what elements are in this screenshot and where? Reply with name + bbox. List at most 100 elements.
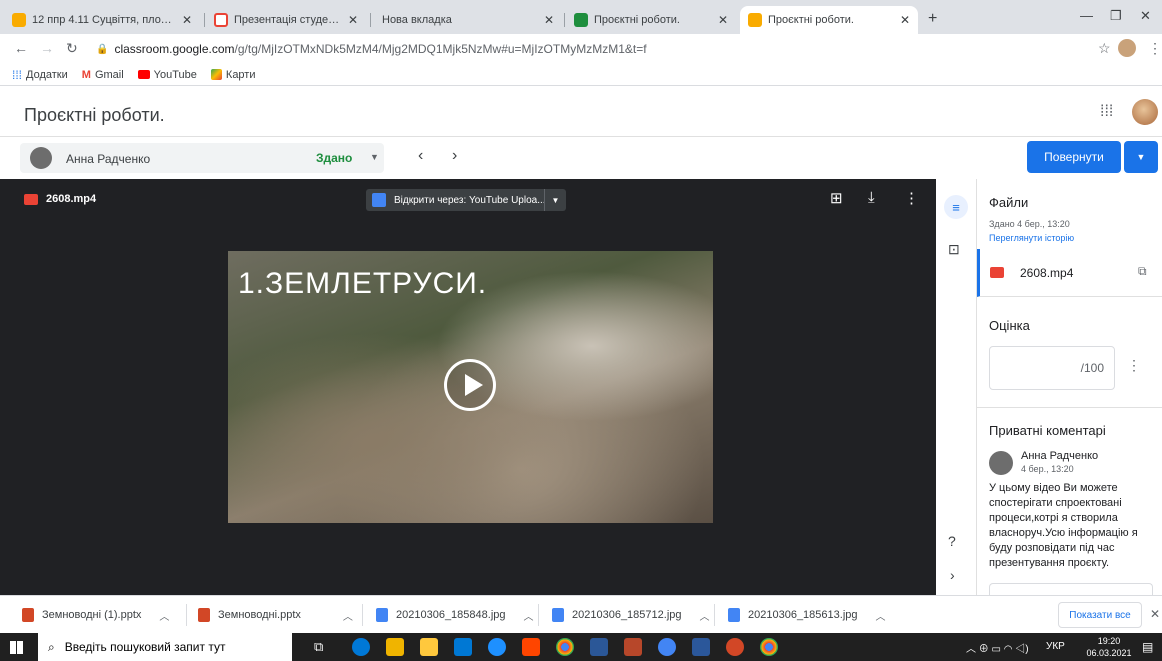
chrome-profile-icon[interactable] — [658, 638, 676, 656]
download-item[interactable]: 20210306_185712.jpg ︿ — [552, 596, 710, 634]
download-file-name: Земноводні (1).pptx — [42, 609, 142, 621]
comment-text: У цьому відео Ви можете спостерігати спр… — [989, 482, 1138, 569]
bookmark-star-icon[interactable]: ☆ — [1098, 40, 1111, 57]
powerpoint-viewer-icon[interactable] — [726, 638, 744, 656]
browser-menu-icon[interactable]: ⋮ — [1148, 40, 1162, 57]
browser-tab-active[interactable]: Проєктні роботи. ✕ — [740, 6, 918, 34]
chevron-up-icon[interactable]: ︿ — [524, 608, 534, 623]
video-thumbnail[interactable]: 1.ЗЕМЛЕТРУСИ. — [228, 251, 713, 523]
comments-panel-icon[interactable]: ⊡ — [948, 241, 960, 258]
bookmark-gmail[interactable]: M Gmail — [82, 69, 124, 81]
chevron-up-icon[interactable]: ︿ — [159, 608, 169, 623]
mail-icon[interactable] — [454, 638, 472, 656]
status-badge: Здано — [316, 151, 353, 165]
input-language[interactable]: УКР — [1046, 641, 1065, 652]
chevron-down-icon[interactable]: ▼ — [370, 152, 379, 162]
windows-start-icon[interactable] — [10, 641, 23, 654]
student-selector[interactable]: Анна Радченко Здано ▼ — [20, 143, 384, 173]
open-external-icon[interactable]: ⧉ — [1138, 264, 1147, 279]
file-explorer-icon[interactable] — [386, 638, 404, 656]
grade-input[interactable]: /100 — [989, 346, 1115, 390]
play-icon — [465, 374, 483, 396]
forward-icon[interactable]: → — [40, 40, 54, 56]
video-file-icon — [990, 267, 1004, 278]
close-tab-icon[interactable]: ✕ — [348, 13, 358, 27]
download-item[interactable]: 20210306_185613.jpg ︿ — [728, 596, 886, 634]
address-bar[interactable]: 🔒 classroom.google.com /g/tg/MjIzOTMxNDk… — [96, 36, 1086, 62]
apps-grid-icon[interactable]: ⁞⁞⁞ — [1100, 103, 1113, 121]
add-comment-field[interactable] — [989, 583, 1153, 595]
close-tab-icon[interactable]: ✕ — [718, 13, 728, 27]
clock[interactable]: 19:20 06.03.2021 — [1084, 635, 1134, 659]
browser-tab[interactable]: Нова вкладка ✕ — [374, 6, 562, 34]
open-with-button[interactable]: Відкрити через: YouTube Uploa... ▼ — [366, 189, 566, 211]
chevron-down-icon[interactable]: ▼ — [544, 189, 566, 211]
reload-icon[interactable]: ↻ — [66, 40, 78, 57]
chrome-active-icon[interactable] — [760, 638, 778, 656]
browser-tab[interactable]: Проєктні роботи. ✕ — [566, 6, 736, 34]
grade-more-icon[interactable]: ⋮ — [1127, 357, 1141, 374]
files-panel-icon[interactable]: ≡ — [944, 195, 968, 219]
pptx-file-icon — [22, 608, 34, 622]
image-file-icon — [376, 608, 388, 622]
close-tab-icon[interactable]: ✕ — [544, 13, 554, 27]
lock-icon: 🔒 — [96, 43, 109, 55]
image-file-icon — [552, 608, 564, 622]
profile-avatar[interactable] — [1118, 39, 1136, 57]
new-tab-icon[interactable]: + — [928, 10, 937, 28]
close-tab-icon[interactable]: ✕ — [182, 13, 192, 27]
commenter-avatar — [989, 451, 1013, 475]
more-vert-icon[interactable]: ⋮ — [904, 189, 919, 207]
close-tab-icon[interactable]: ✕ — [900, 13, 910, 27]
close-downloads-icon[interactable]: ✕ — [1150, 607, 1160, 621]
bookmark-apps[interactable]: ⁞⁞⁞ Додатки — [12, 68, 68, 82]
close-window-icon[interactable]: ✕ — [1140, 8, 1151, 24]
show-all-downloads-button[interactable]: Показати все — [1058, 602, 1142, 628]
timer-icon[interactable] — [488, 638, 506, 656]
play-button[interactable] — [444, 359, 496, 411]
previous-student-icon[interactable]: ‹ — [418, 147, 423, 165]
taskbar-search-box[interactable]: ⌕ Введіть пошуковий запит тут — [38, 633, 292, 661]
bookmark-label: YouTube — [153, 68, 197, 81]
chevron-up-icon[interactable]: ︿ — [876, 608, 886, 623]
chevron-up-icon[interactable]: ︿ — [343, 608, 353, 623]
next-student-icon[interactable]: › — [452, 147, 457, 165]
apps-grid-icon: ⁞⁞⁞ — [12, 67, 23, 82]
account-avatar[interactable] — [1132, 99, 1158, 125]
edge-icon[interactable] — [352, 638, 370, 656]
system-tray-icons[interactable]: ︿ ⊕ ▭ ◠ ◁) — [966, 640, 1029, 655]
chevron-up-icon[interactable]: ︿ — [700, 608, 710, 623]
app-icon[interactable] — [590, 638, 608, 656]
browser-tab[interactable]: Презентація студенток 12 ППР ✕ — [206, 6, 366, 34]
add-comment-icon[interactable]: ⊞ — [830, 189, 843, 207]
store-icon[interactable] — [420, 638, 438, 656]
minimize-icon[interactable]: — — [1080, 8, 1093, 23]
bookmark-maps[interactable]: Карти — [210, 69, 256, 81]
submitted-time: Здано 4 бер., 13:20 — [989, 219, 1070, 229]
chrome-icon[interactable] — [556, 638, 574, 656]
task-view-icon[interactable]: ⧉ — [314, 639, 323, 655]
powerpoint-icon[interactable] — [624, 638, 642, 656]
help-icon[interactable]: ? — [948, 533, 956, 549]
grade-title: Оцінка — [989, 318, 1030, 333]
tab-title: 12 ппр 4.11 Суцвіття, плоди, на — [32, 14, 176, 26]
download-file-name: 20210306_185712.jpg — [572, 609, 682, 621]
word-icon[interactable] — [692, 638, 710, 656]
attached-file-row[interactable]: 2608.mp4 ⧉ — [977, 249, 1162, 297]
bookmark-label: Gmail — [94, 68, 124, 81]
return-button[interactable]: Повернути — [1027, 141, 1121, 173]
download-item[interactable]: 20210306_185848.jpg ︿ — [376, 596, 534, 634]
comment-author: Анна Радченко — [1021, 450, 1099, 462]
office-icon[interactable] — [522, 638, 540, 656]
download-icon[interactable]: ⤓ — [868, 189, 875, 206]
browser-tab[interactable]: 12 ппр 4.11 Суцвіття, плоди, на ✕ — [4, 6, 200, 34]
back-icon[interactable]: ← — [14, 40, 28, 56]
expand-panel-icon[interactable]: › — [950, 567, 955, 583]
download-item[interactable]: Земноводні.pptx ︿ — [198, 596, 353, 634]
download-item[interactable]: Земноводні (1).pptx ︿ — [22, 596, 169, 634]
bookmark-youtube[interactable]: YouTube — [137, 68, 197, 81]
view-history-link[interactable]: Переглянути історію — [989, 233, 1074, 243]
notifications-icon[interactable]: ▤ — [1142, 640, 1153, 654]
maximize-icon[interactable]: ❐ — [1110, 8, 1122, 24]
return-dropdown-button[interactable]: ▼ — [1124, 141, 1158, 173]
